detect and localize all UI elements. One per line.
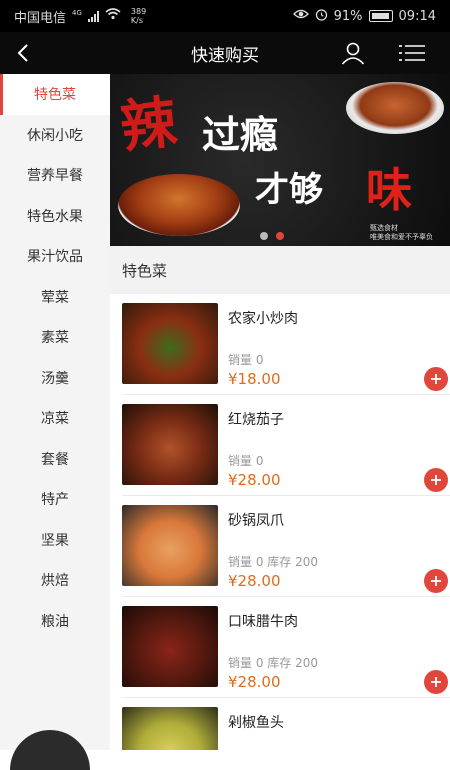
- banner-dish-image: [346, 82, 444, 134]
- section-title: 特色菜: [110, 246, 450, 294]
- main-content: 辣 过瘾 才够 味 甄选食材 唯美食和爱不予辜负 特色菜 农家小炒肉 销量 0 …: [110, 74, 450, 750]
- plus-icon: [431, 475, 441, 485]
- category-sidebar: 特色菜 休闲小吃 营养早餐 特色水果 果汁饮品 荤菜 素菜 汤羹 凉菜 套餐 特…: [0, 74, 110, 750]
- product-item[interactable]: 口味腊牛肉 销量 0 库存 200 ¥28.00: [122, 597, 450, 698]
- battery-icon: [368, 10, 393, 22]
- product-item[interactable]: 农家小炒肉 销量 0 ¥18.00: [122, 294, 450, 395]
- product-image: [122, 505, 218, 586]
- product-sales: 销量 0 库存 200: [228, 656, 318, 670]
- sidebar-item-soup[interactable]: 汤羹: [0, 358, 110, 399]
- sidebar-item-bakery[interactable]: 烘焙: [0, 560, 110, 601]
- banner-text: 过瘾: [202, 112, 279, 157]
- product-sales: 销量 0 库存 200: [228, 555, 318, 569]
- sidebar-item-grain-oil[interactable]: 粮油: [0, 601, 110, 642]
- product-name: 剁椒鱼头: [228, 715, 284, 731]
- add-to-cart-button[interactable]: [424, 569, 448, 593]
- battery-percent: 91%: [333, 8, 363, 24]
- list-menu-icon[interactable]: [398, 43, 426, 63]
- carousel-dot[interactable]: [260, 232, 268, 240]
- carrier-label: 中国电信: [14, 10, 67, 26]
- page-title: 快速购买: [191, 45, 259, 66]
- sidebar-item-local-specialty[interactable]: 特产: [0, 479, 110, 520]
- add-to-cart-button[interactable]: [424, 367, 448, 391]
- sidebar-item-vegetable[interactable]: 素菜: [0, 317, 110, 358]
- product-sales: 销量 0: [228, 454, 264, 468]
- signal-icon: [87, 10, 99, 22]
- product-image: [122, 303, 218, 384]
- product-name: 农家小炒肉: [228, 311, 298, 327]
- wifi-icon: [105, 8, 121, 24]
- product-item[interactable]: 砂锅凤爪 销量 0 库存 200 ¥28.00: [122, 496, 450, 597]
- sidebar-item-meat[interactable]: 荤菜: [0, 277, 110, 318]
- alarm-icon: [315, 8, 328, 25]
- product-sales: 销量 0: [228, 353, 264, 367]
- banner-text: 辣: [117, 89, 180, 161]
- product-price: ¥28.00: [228, 471, 281, 489]
- header-bar: 快速购买: [0, 32, 450, 74]
- banner-dish-image: [118, 174, 240, 236]
- eye-icon: [292, 8, 309, 24]
- banner-tagline: 甄选食材 唯美食和爱不予辜负: [370, 224, 433, 241]
- add-to-cart-button[interactable]: [424, 468, 448, 492]
- product-item[interactable]: 红烧茄子 销量 0 ¥28.00: [122, 395, 450, 496]
- add-to-cart-button[interactable]: [424, 670, 448, 694]
- sidebar-item-breakfast[interactable]: 营养早餐: [0, 155, 110, 196]
- network-speed: 389 K/s: [130, 7, 147, 25]
- banner-text: 味: [366, 163, 412, 217]
- product-image: [122, 606, 218, 687]
- sidebar-item-juice[interactable]: 果汁饮品: [0, 236, 110, 277]
- carousel-dot-active[interactable]: [276, 232, 284, 240]
- status-bar: 中国电信 4G 389 K/s 91% 09:14: [0, 0, 450, 32]
- banner-text: 才够: [255, 170, 323, 210]
- sidebar-item-snacks[interactable]: 休闲小吃: [0, 115, 110, 156]
- network-label: 4G: [72, 9, 82, 17]
- product-image: [122, 404, 218, 485]
- promo-banner[interactable]: 辣 过瘾 才够 味 甄选食材 唯美食和爱不予辜负: [110, 74, 450, 246]
- clock: 09:14: [398, 8, 436, 24]
- sidebar-item-special[interactable]: 特色菜: [0, 74, 110, 115]
- sidebar-item-nuts[interactable]: 坚果: [0, 520, 110, 561]
- product-item[interactable]: 剁椒鱼头: [122, 698, 450, 750]
- product-price: ¥28.00: [228, 572, 281, 590]
- carousel-dots: [260, 232, 284, 240]
- product-price: ¥18.00: [228, 370, 281, 388]
- product-price: ¥28.00: [228, 673, 281, 691]
- product-name: 红烧茄子: [228, 412, 284, 428]
- sidebar-item-fruit[interactable]: 特色水果: [0, 196, 110, 237]
- product-name: 砂锅凤爪: [228, 513, 284, 529]
- plus-icon: [431, 677, 441, 687]
- product-image: [122, 707, 218, 750]
- plus-icon: [431, 576, 441, 586]
- user-icon[interactable]: [340, 41, 366, 65]
- product-list: 农家小炒肉 销量 0 ¥18.00 红烧茄子 销量 0 ¥28.00 砂锅凤爪 …: [110, 294, 450, 750]
- product-name: 口味腊牛肉: [228, 614, 298, 630]
- sidebar-item-cold-dish[interactable]: 凉菜: [0, 398, 110, 439]
- plus-icon: [431, 374, 441, 384]
- sidebar-item-set-meal[interactable]: 套餐: [0, 439, 110, 480]
